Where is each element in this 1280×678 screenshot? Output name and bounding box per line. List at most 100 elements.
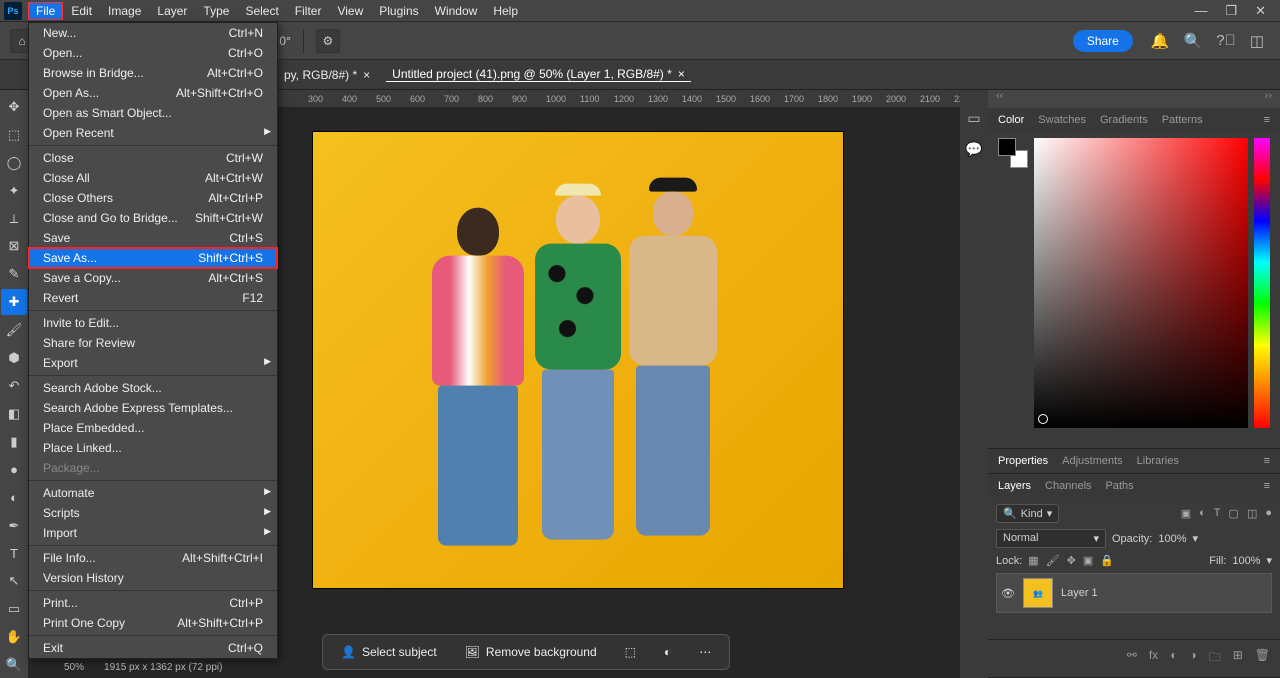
fx-icon[interactable]: fx — [1149, 648, 1158, 669]
menu-item-search-adobe-express-templates[interactable]: Search Adobe Express Templates... — [29, 398, 277, 418]
menu-select[interactable]: Select — [237, 2, 286, 20]
lock-pos-icon[interactable]: ✥ — [1067, 554, 1076, 567]
marquee-tool-icon[interactable]: ⬚ — [1, 122, 27, 148]
menu-item-save-a-copy[interactable]: Save a Copy...Alt+Ctrl+S — [29, 268, 277, 288]
new-layer-icon[interactable]: ⊞ — [1233, 648, 1243, 669]
layer-thumbnail[interactable]: 👥 — [1023, 578, 1053, 608]
menu-item-close-and-go-to-bridge[interactable]: Close and Go to Bridge...Shift+Ctrl+W — [29, 208, 277, 228]
panel-menu-icon[interactable]: ≡ — [1264, 114, 1270, 126]
menu-item-save[interactable]: SaveCtrl+S — [29, 228, 277, 248]
document-tab-active[interactable]: Untitled project (41).png @ 50% (Layer 1… — [386, 67, 691, 82]
close-icon[interactable]: ✕ — [1255, 3, 1266, 19]
lasso-tool-icon[interactable]: ◯ — [1, 150, 27, 176]
adjust-icon[interactable]: ◐ — [656, 641, 679, 663]
menu-type[interactable]: Type — [195, 2, 237, 20]
dodge-tool-icon[interactable]: ◐ — [1, 485, 27, 511]
menu-item-browse-in-bridge[interactable]: Browse in Bridge...Alt+Ctrl+O — [29, 63, 277, 83]
menu-item-close-others[interactable]: Close OthersAlt+Ctrl+P — [29, 188, 277, 208]
menu-item-open[interactable]: Open...Ctrl+O — [29, 43, 277, 63]
collapse-icon[interactable]: ‹‹ — [996, 90, 1003, 108]
layer-item[interactable]: 👁 👥 Layer 1 — [996, 573, 1272, 613]
tab-libraries[interactable]: Libraries — [1137, 455, 1179, 467]
eyedropper-tool-icon[interactable]: ✎ — [1, 261, 27, 287]
more-icon[interactable]: ⋯ — [691, 641, 719, 663]
hand-tool-icon[interactable]: ✋ — [1, 624, 27, 650]
menu-item-new[interactable]: New...Ctrl+N — [29, 23, 277, 43]
menu-item-open-as[interactable]: Open As...Alt+Shift+Ctrl+O — [29, 83, 277, 103]
menu-item-print[interactable]: Print...Ctrl+P — [29, 593, 277, 613]
tab-channels[interactable]: Channels — [1045, 480, 1091, 492]
type-tool-icon[interactable]: T — [1, 541, 27, 567]
select-subject-button[interactable]: 👤 Select subject — [333, 641, 445, 663]
menu-item-close[interactable]: CloseCtrl+W — [29, 148, 277, 168]
menu-file[interactable]: File — [28, 2, 63, 20]
tab-gradients[interactable]: Gradients — [1100, 114, 1148, 126]
menu-help[interactable]: Help — [485, 2, 526, 20]
menu-item-exit[interactable]: ExitCtrl+Q — [29, 638, 277, 658]
close-tab-icon[interactable]: × — [678, 67, 685, 81]
remove-background-button[interactable]: 🖼 Remove background — [457, 641, 605, 663]
menu-item-import[interactable]: Import▶ — [29, 523, 277, 543]
menu-layer[interactable]: Layer — [149, 2, 195, 20]
blur-tool-icon[interactable]: ● — [1, 457, 27, 483]
saturation-box[interactable] — [1034, 138, 1248, 428]
minimize-icon[interactable]: — — [1194, 3, 1207, 19]
delete-layer-icon[interactable]: 🗑 — [1255, 648, 1270, 669]
lock-artboard-icon[interactable]: ▣ — [1083, 554, 1093, 567]
menu-item-file-info[interactable]: File Info...Alt+Shift+Ctrl+I — [29, 548, 277, 568]
help-icon[interactable]: ?⃝ — [1216, 32, 1236, 50]
canvas[interactable] — [313, 132, 843, 588]
menu-item-place-embedded[interactable]: Place Embedded... — [29, 418, 277, 438]
link-layers-icon[interactable]: ⚯ — [1127, 648, 1137, 669]
group-icon[interactable]: 🗀 — [1209, 648, 1221, 669]
menu-edit[interactable]: Edit — [63, 2, 100, 20]
heal-tool-icon[interactable]: ✚ — [1, 289, 27, 315]
mask-icon[interactable]: ◐ — [1170, 648, 1177, 669]
close-tab-icon[interactable]: × — [363, 68, 370, 82]
pen-tool-icon[interactable]: ✒ — [1, 513, 27, 539]
document-tab[interactable]: py, RGB/8#) *× — [278, 68, 376, 82]
fg-bg-swatch[interactable] — [998, 138, 1028, 168]
stamp-tool-icon[interactable]: ⬢ — [1, 345, 27, 371]
shape-tool-icon[interactable]: ▭ — [1, 596, 27, 622]
tab-paths[interactable]: Paths — [1106, 480, 1134, 492]
blend-mode-select[interactable]: Normal▾ — [996, 529, 1106, 548]
menu-item-export[interactable]: Export▶ — [29, 353, 277, 373]
tab-layers[interactable]: Layers — [998, 480, 1031, 492]
comments-panel-icon[interactable]: 💬 — [965, 141, 982, 158]
lock-brush-icon[interactable]: 🖌 — [1046, 554, 1060, 567]
angle-value[interactable]: 0° — [279, 34, 290, 48]
menu-item-open-as-smart-object[interactable]: Open as Smart Object... — [29, 103, 277, 123]
history-brush-icon[interactable]: ↶ — [1, 373, 27, 399]
filter-smart-icon[interactable]: ◫ — [1247, 507, 1257, 520]
transform-icon[interactable]: ⬚ — [617, 641, 644, 663]
eraser-tool-icon[interactable]: ◧ — [1, 401, 27, 427]
menu-filter[interactable]: Filter — [287, 2, 330, 20]
filter-shape-icon[interactable]: ▢ — [1229, 507, 1239, 520]
workspace-icon[interactable]: ◫ — [1250, 32, 1264, 50]
menu-item-share-for-review[interactable]: Share for Review — [29, 333, 277, 353]
filter-type-icon[interactable]: T — [1214, 507, 1221, 520]
zoom-tool-icon[interactable]: 🔍 — [1, 652, 27, 678]
opacity-value[interactable]: 100% — [1158, 533, 1186, 545]
menu-item-print-one-copy[interactable]: Print One CopyAlt+Shift+Ctrl+P — [29, 613, 277, 633]
settings-gear-icon[interactable]: ⚙ — [316, 29, 340, 53]
tab-swatches[interactable]: Swatches — [1038, 114, 1086, 126]
gradient-tool-icon[interactable]: ▮ — [1, 429, 27, 455]
menu-image[interactable]: Image — [100, 2, 149, 20]
hue-slider[interactable] — [1254, 138, 1270, 428]
maximize-icon[interactable]: ❐ — [1225, 3, 1237, 19]
menu-item-automate[interactable]: Automate▶ — [29, 483, 277, 503]
frame-tool-icon[interactable]: ⊠ — [1, 234, 27, 260]
tab-patterns[interactable]: Patterns — [1162, 114, 1203, 126]
menu-item-scripts[interactable]: Scripts▶ — [29, 503, 277, 523]
filter-toggle-icon[interactable]: ● — [1265, 507, 1272, 520]
filter-pixel-icon[interactable]: ▣ — [1181, 507, 1191, 520]
share-button[interactable]: Share — [1073, 30, 1133, 52]
menu-item-version-history[interactable]: Version History — [29, 568, 277, 588]
menu-item-invite-to-edit[interactable]: Invite to Edit... — [29, 313, 277, 333]
search-icon[interactable]: 🔍 — [1184, 32, 1203, 50]
tab-color[interactable]: Color — [998, 114, 1024, 126]
layer-filter-kind[interactable]: 🔍 Kind ▾ — [996, 504, 1059, 523]
menu-item-close-all[interactable]: Close AllAlt+Ctrl+W — [29, 168, 277, 188]
